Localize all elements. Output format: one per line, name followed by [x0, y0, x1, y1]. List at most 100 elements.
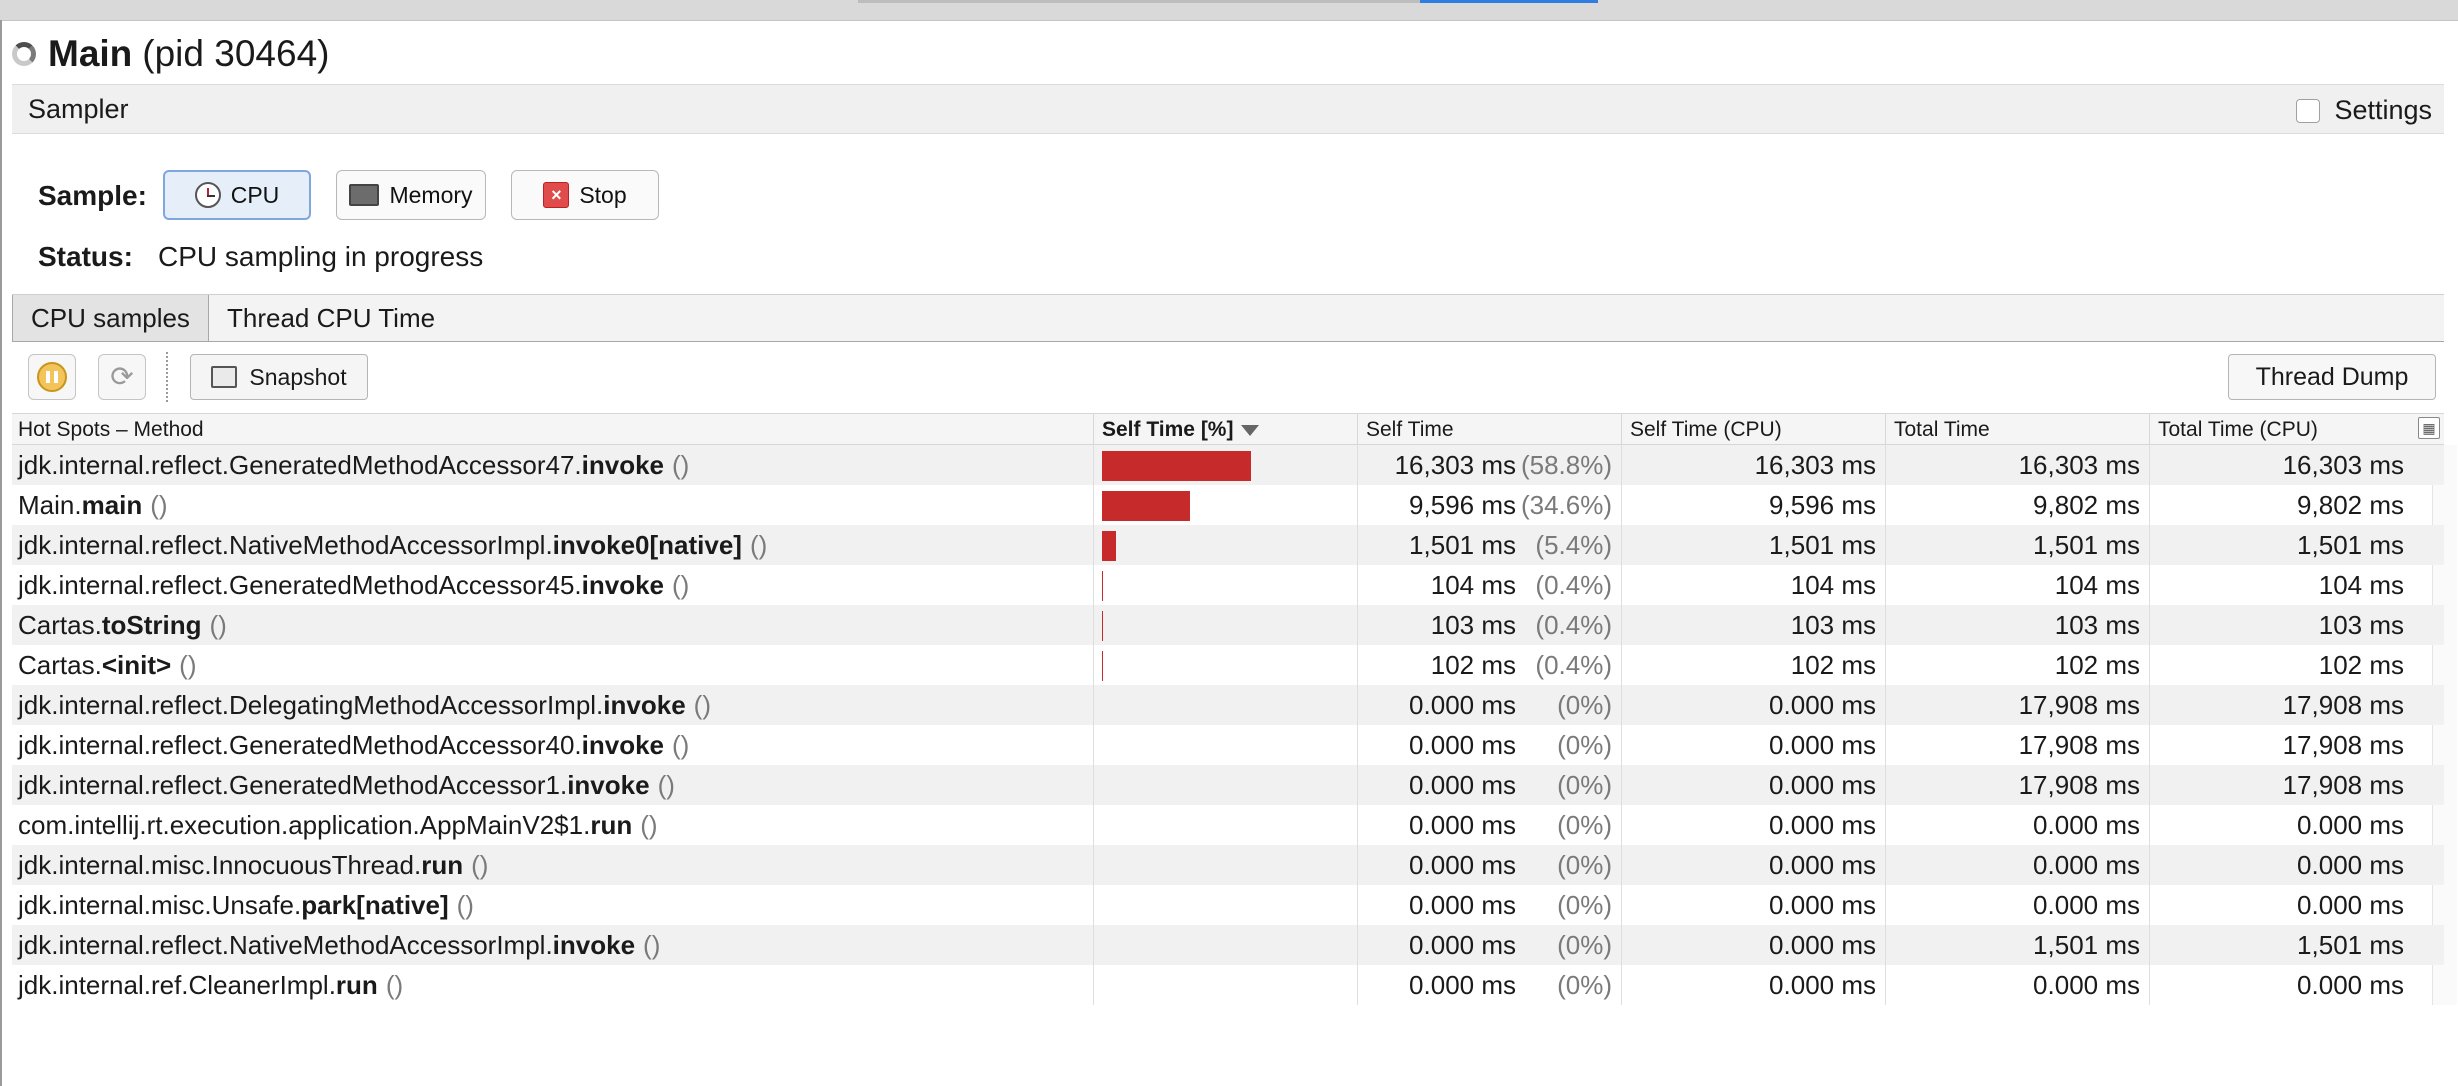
method-name: toString [101, 610, 202, 640]
self-time-cell: 0.000 ms (0%) [1357, 725, 1612, 765]
tab-cpu-samples[interactable]: CPU samples [12, 295, 209, 341]
table-row[interactable]: Cartas.toString() 103 ms (0.4%) 103 ms 103 m… [12, 605, 2444, 645]
method-name: invoke [581, 730, 665, 760]
self-time-value: 16,303 ms [1394, 450, 1516, 480]
self-time-cell: 104 ms (0.4%) [1357, 565, 1612, 605]
method-params: () [179, 650, 197, 680]
method-params: () [749, 530, 768, 560]
cpu-button[interactable]: CPU [163, 170, 311, 220]
self-time-value: 103 ms [1430, 610, 1516, 640]
self-time-bar [1102, 651, 1104, 681]
table-row[interactable]: jdk.internal.misc.Unsafe.park[native]() 0… [12, 885, 2444, 925]
table-row[interactable]: jdk.internal.reflect.GeneratedMethodAcce… [12, 725, 2444, 765]
method-name: run [421, 850, 464, 880]
method-params: () [640, 810, 658, 840]
self-time-cpu-cell: 0.000 ms [1769, 730, 1876, 760]
self-time-bar [1102, 491, 1190, 521]
method-cell: com.intellij.rt.execution.application.Ap… [18, 805, 658, 845]
col-header-total-time-cpu[interactable]: Total Time (CPU) [2158, 418, 2318, 442]
method-class: Cartas. [18, 650, 102, 680]
settings-toggle[interactable]: Settings [2296, 95, 2432, 126]
total-time-cell: 103 ms [2054, 610, 2140, 640]
self-time-value: 0.000 ms [1409, 970, 1516, 1000]
table-row[interactable]: jdk.internal.reflect.GeneratedMethodAcce… [12, 765, 2444, 805]
self-time-percent: (0%) [1557, 930, 1612, 960]
loading-spinner-icon [12, 42, 36, 66]
table-row[interactable]: jdk.internal.reflect.NativeMethodAccesso… [12, 525, 2444, 565]
status-label: Status: [38, 241, 133, 272]
method-class: jdk.internal.reflect.GeneratedMethodAcce… [18, 450, 582, 480]
table-row[interactable]: jdk.internal.reflect.NativeMethodAccesso… [12, 925, 2444, 965]
self-time-percent: (0%) [1557, 850, 1612, 880]
col-header-self-time-cpu[interactable]: Self Time (CPU) [1630, 418, 1782, 442]
method-class: jdk.internal.misc.InnocuousThread. [18, 850, 422, 880]
memory-button[interactable]: Memory [336, 170, 486, 220]
thread-dump-button[interactable]: Thread Dump [2228, 354, 2436, 400]
self-time-value: 0.000 ms [1409, 850, 1516, 880]
col-header-self-time[interactable]: Self Time [1366, 418, 1454, 442]
col-header-self-time-pct[interactable]: Self Time [%] [1102, 418, 1260, 442]
method-cell: jdk.internal.reflect.NativeMethodAccesso… [18, 925, 660, 965]
sort-descending-icon [1241, 424, 1260, 436]
refresh-button[interactable]: ⟳ [98, 354, 146, 400]
table-row[interactable]: jdk.internal.reflect.GeneratedMethodAcce… [12, 445, 2444, 485]
snapshot-icon [211, 366, 238, 388]
method-params: () [471, 850, 489, 880]
self-time-cell: 103 ms (0.4%) [1357, 605, 1612, 645]
total-time-cell: 17,908 ms [2018, 770, 2140, 800]
method-name: <init> [101, 650, 172, 680]
self-time-cell: 16,303 ms (58.8%) [1357, 445, 1612, 485]
stop-button[interactable]: × Stop [511, 170, 659, 220]
method-params: () [672, 450, 690, 480]
clock-icon [194, 182, 221, 208]
table-row[interactable]: jdk.internal.reflect.GeneratedMethodAcce… [12, 565, 2444, 605]
pause-icon [37, 362, 67, 392]
method-params: () [209, 610, 227, 640]
table-row[interactable]: com.intellij.rt.execution.application.Ap… [12, 805, 2444, 845]
method-name: invoke [581, 570, 665, 600]
pause-button[interactable] [28, 354, 76, 400]
window-left-border [0, 20, 2, 1086]
table-row[interactable]: jdk.internal.reflect.DelegatingMethodAcc… [12, 685, 2444, 725]
self-time-percent: (0%) [1557, 730, 1612, 760]
table-row[interactable]: jdk.internal.ref.CleanerImpl.run() 0.000 … [12, 965, 2444, 1005]
table-row[interactable]: Main.main() 9,596 ms (34.6%) 9,596 ms 9,802 … [12, 485, 2444, 525]
table-header: Hot Spots – Method Self Time [%] Self Ti… [12, 413, 2444, 445]
method-cell: jdk.internal.reflect.DelegatingMethodAcc… [18, 685, 711, 725]
total-time-cell: 0.000 ms [2033, 810, 2140, 840]
method-name: invoke [581, 450, 665, 480]
self-time-bar [1102, 451, 1252, 481]
method-name: invoke [603, 690, 686, 720]
table-row[interactable]: Cartas.<init>() 102 ms (0.4%) 102 ms 102 ms 1… [12, 645, 2444, 685]
col-header-total-time[interactable]: Total Time [1894, 418, 1990, 442]
self-time-cpu-cell: 0.000 ms [1769, 930, 1876, 960]
self-time-cpu-cell: 104 ms [1790, 570, 1876, 600]
self-time-cell: 102 ms (0.4%) [1357, 645, 1612, 685]
method-name: park[native] [301, 890, 449, 920]
settings-label: Settings [2334, 95, 2432, 125]
method-name: invoke [567, 770, 650, 800]
col-header-method[interactable]: Hot Spots – Method [18, 418, 204, 442]
tab-thread-cpu-time[interactable]: Thread CPU Time [209, 295, 453, 341]
snapshot-button[interactable]: Snapshot [190, 354, 368, 400]
method-class: jdk.internal.reflect.GeneratedMethodAcce… [18, 570, 582, 600]
cpu-button-label: CPU [230, 181, 280, 208]
self-time-percent: (0%) [1557, 810, 1612, 840]
self-time-cpu-cell: 0.000 ms [1769, 810, 1876, 840]
method-name: main [81, 490, 143, 520]
total-time-cpu-cell: 102 ms [2318, 650, 2404, 680]
method-params: () [672, 730, 690, 760]
settings-checkbox[interactable] [2296, 98, 2321, 123]
memory-button-label: Memory [389, 181, 473, 208]
method-name: invoke0[native] [552, 530, 742, 560]
col-header-self-time-pct-label: Self Time [%] [1102, 418, 1234, 441]
total-time-cpu-cell: 0.000 ms [2297, 810, 2404, 840]
table-body: jdk.internal.reflect.GeneratedMethodAcce… [12, 445, 2457, 1005]
table-row[interactable]: jdk.internal.misc.InnocuousThread.run() 0… [12, 845, 2444, 885]
total-time-cpu-cell: 0.000 ms [2297, 850, 2404, 880]
method-params: () [150, 490, 168, 520]
self-time-cpu-cell: 0.000 ms [1769, 770, 1876, 800]
method-class: jdk.internal.reflect.GeneratedMethodAcce… [18, 730, 582, 760]
self-time-percent: (0%) [1557, 770, 1612, 800]
column-selector-icon[interactable]: ▦ [2418, 417, 2440, 439]
